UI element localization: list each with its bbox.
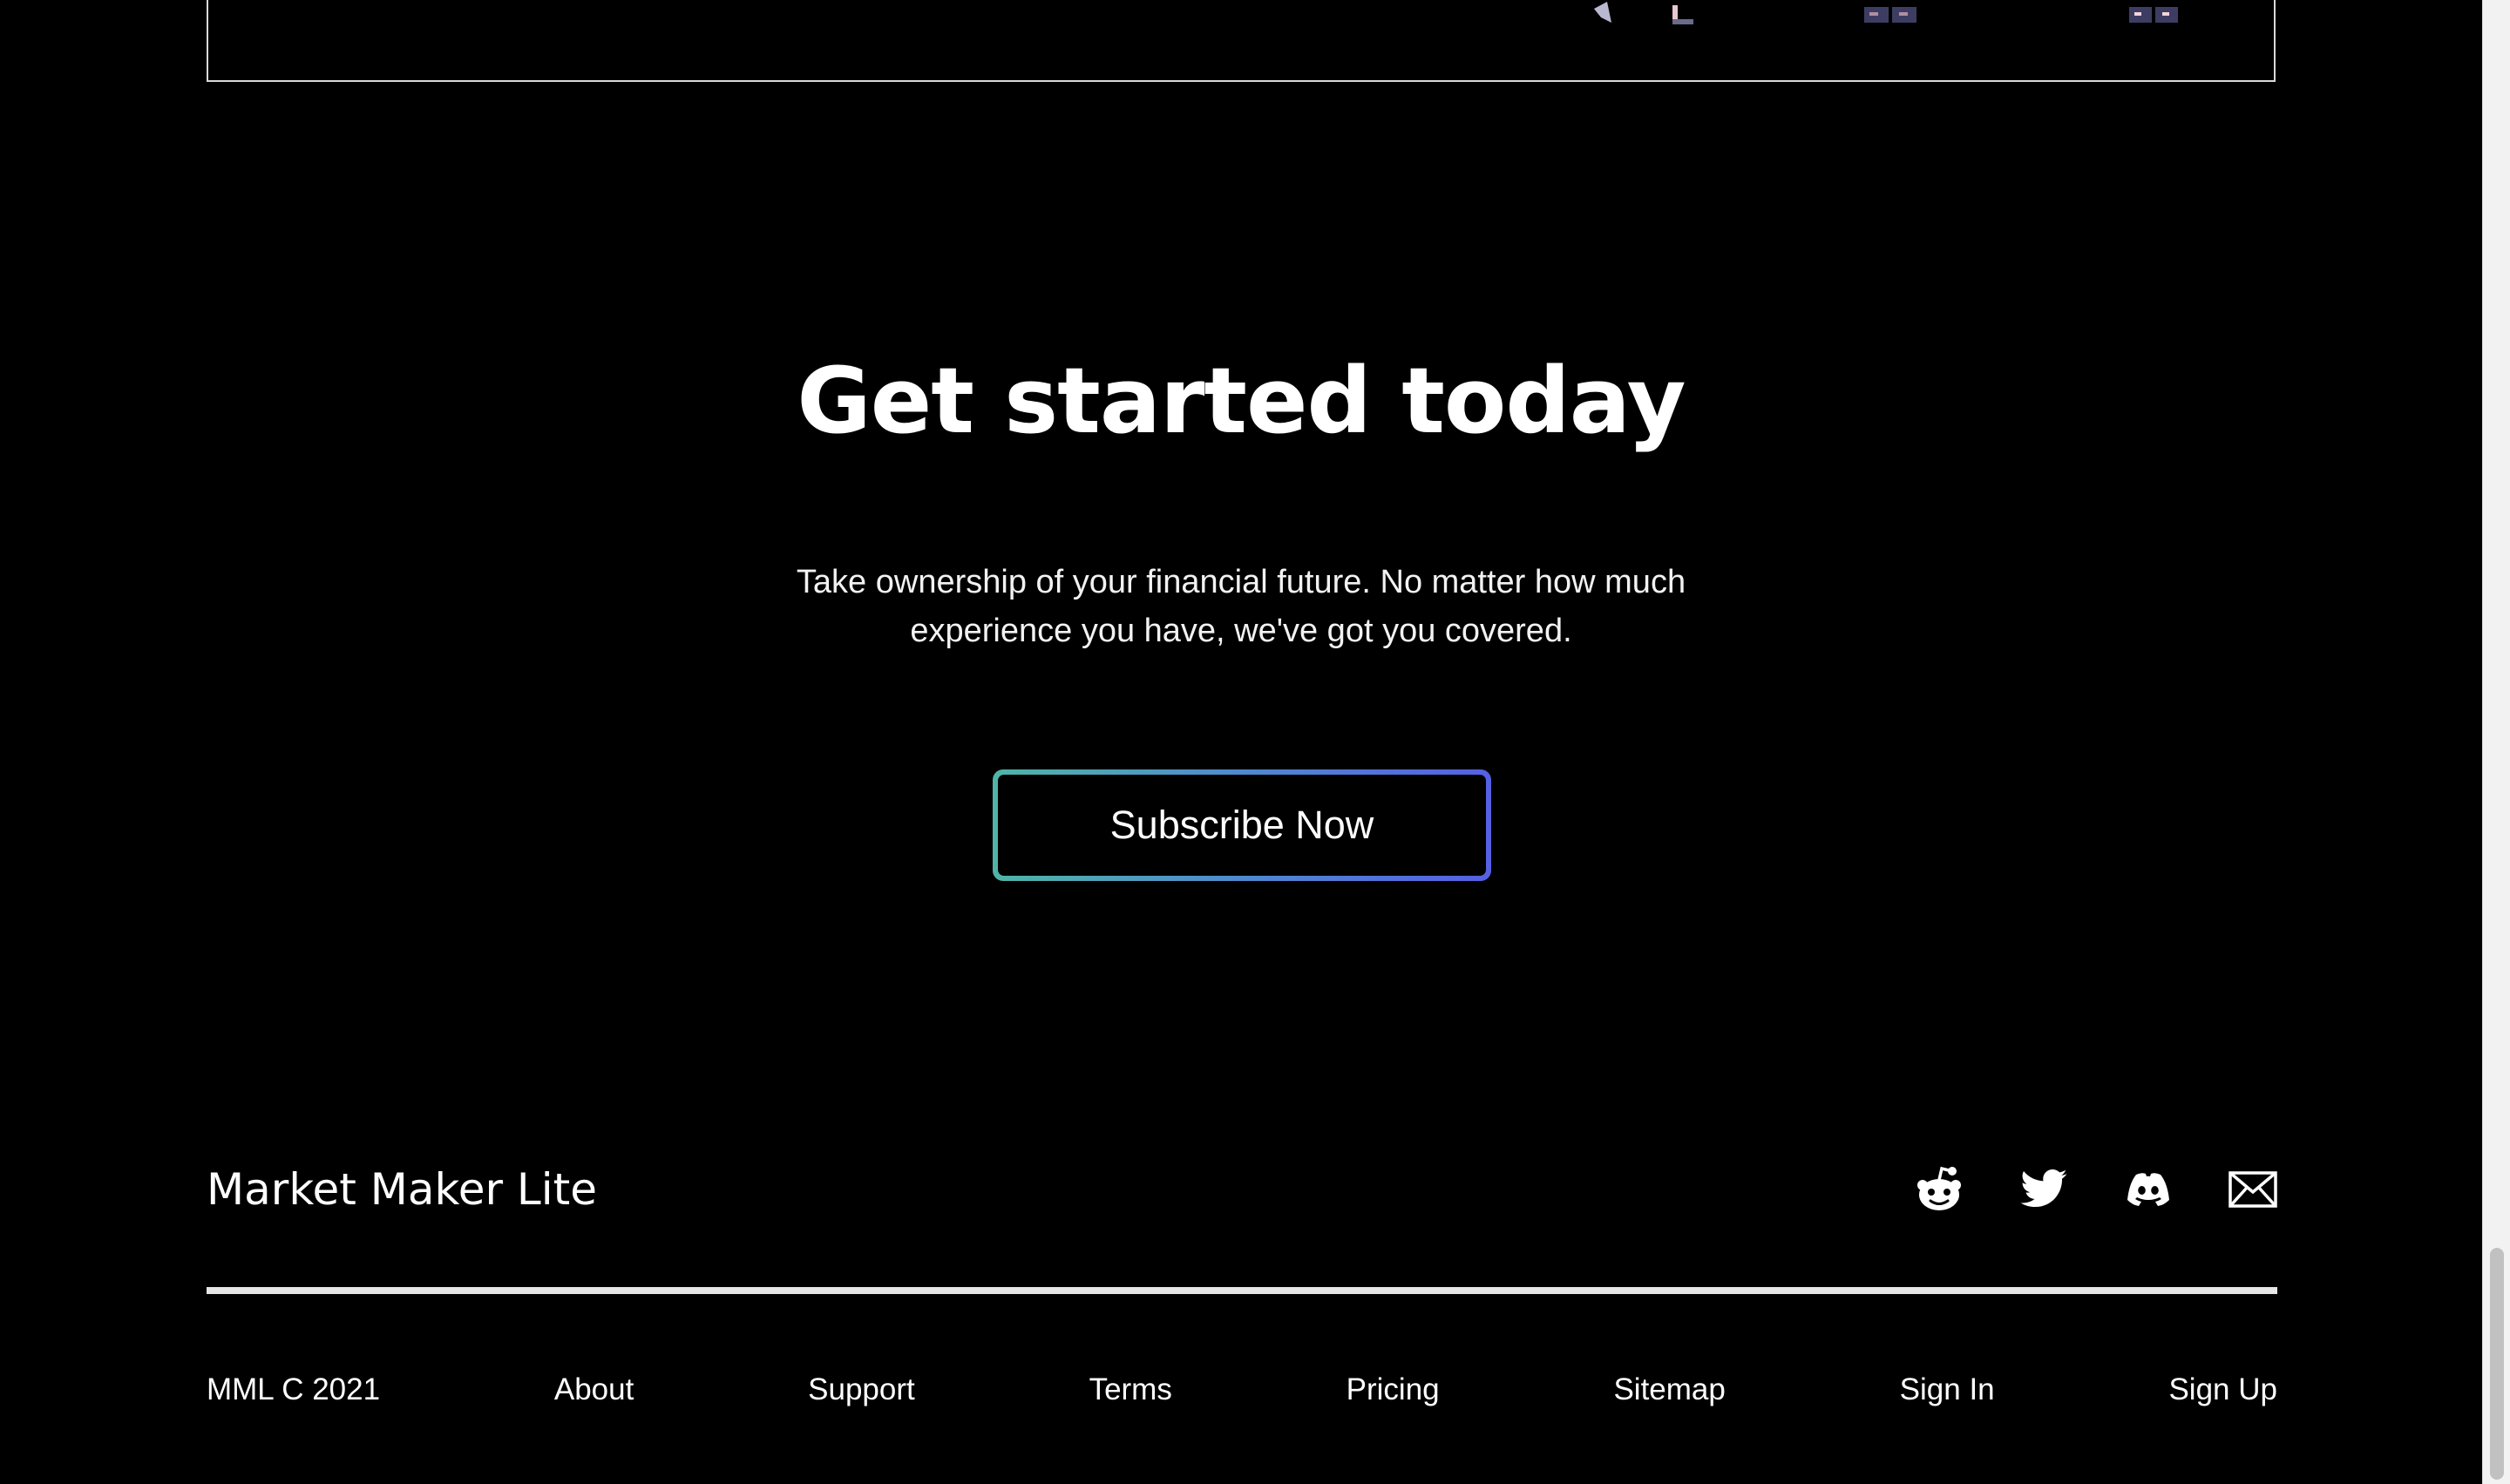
footer-links: MML C 2021 About Support Terms Pricing S… xyxy=(207,1365,2277,1414)
subscribe-now-label: Subscribe Now xyxy=(998,775,1486,876)
card-illustration xyxy=(1594,2,2178,24)
scrollbar-thumb[interactable] xyxy=(2490,1248,2504,1480)
footer-link-sign-in[interactable]: Sign In xyxy=(1900,1365,1995,1414)
footer-link-support[interactable]: Support xyxy=(808,1365,915,1414)
cta-description: Take ownership of your financial future.… xyxy=(796,564,1686,649)
footer-link-sitemap[interactable]: Sitemap xyxy=(1613,1365,1725,1414)
scrollbar[interactable] xyxy=(2482,0,2510,1484)
mail-icon[interactable] xyxy=(2228,1164,2278,1215)
footer-link-pricing[interactable]: Pricing xyxy=(1347,1365,1440,1414)
discord-icon[interactable] xyxy=(2123,1164,2174,1215)
footer-link-sign-up[interactable]: Sign Up xyxy=(2168,1365,2277,1414)
feature-card xyxy=(207,0,2276,82)
footer-brand[interactable]: Market Maker Lite xyxy=(207,1159,597,1220)
cta-title: Get started today xyxy=(797,348,1686,454)
footer-link-about[interactable]: About xyxy=(554,1365,634,1414)
twitter-icon[interactable] xyxy=(2018,1164,2069,1215)
reddit-icon[interactable] xyxy=(1914,1164,1964,1215)
social-links xyxy=(1914,1164,2278,1215)
footer-link-terms[interactable]: Terms xyxy=(1089,1365,1172,1414)
subscribe-now-button[interactable]: Subscribe Now xyxy=(993,769,1491,881)
copyright-text: MML C 2021 xyxy=(207,1372,381,1406)
page: Get started today Take ownership of your… xyxy=(0,0,2482,1484)
footer-divider xyxy=(207,1287,2277,1294)
